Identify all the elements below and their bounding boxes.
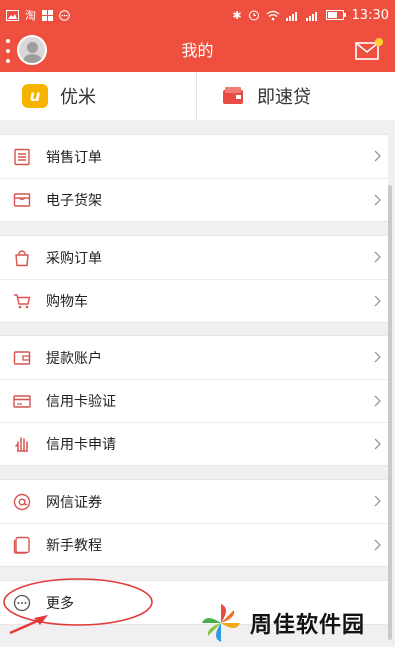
tile-jisudai[interactable]: 即速贷: [196, 72, 395, 120]
bluetooth-icon: ✱: [232, 8, 242, 22]
menu-item-credit-card-apply[interactable]: 信用卡申请: [0, 422, 388, 465]
scrollbar[interactable]: [388, 185, 392, 640]
chevron-right-icon: [374, 251, 381, 263]
chevron-right-icon: [374, 295, 381, 307]
shelf-icon: [12, 190, 32, 210]
menu-item-label: 提款账户: [46, 350, 102, 367]
menu-item-withdraw-account[interactable]: 提款账户: [0, 336, 388, 379]
chevron-right-icon: [374, 150, 381, 162]
purchase-bag-icon: [12, 248, 32, 268]
menu-item-sales-order[interactable]: 销售订单: [0, 135, 388, 178]
chevron-right-icon: [374, 539, 381, 551]
hand-icon: [12, 434, 32, 454]
signal-icon: [285, 11, 297, 21]
taobao-icon: 淘: [25, 8, 36, 22]
signal2-icon: [305, 11, 317, 21]
app-icon: [42, 9, 53, 21]
menu-item-label: 信用卡申请: [46, 437, 116, 453]
chevron-right-icon: [374, 351, 381, 363]
chevron-right-icon: [374, 194, 381, 206]
cart-icon: [12, 291, 32, 311]
wifi-icon: [266, 10, 279, 20]
menu-item-label: 信用卡验证: [46, 394, 116, 410]
watermark-text: 周佳软件园: [250, 612, 366, 638]
tile-label: 即速贷: [257, 87, 311, 108]
watermark: 周佳软件园: [200, 598, 395, 647]
menu-item-credit-card-verify[interactable]: 信用卡验证: [0, 379, 388, 422]
tutorial-icon: [12, 535, 32, 555]
menu-item-label: 电子货架: [46, 193, 102, 209]
chevron-right-icon: [374, 438, 381, 450]
menu-item-cart[interactable]: 购物车: [0, 279, 388, 322]
menu-item-label: 销售订单: [46, 149, 102, 166]
tile-youmi[interactable]: u 优米: [0, 72, 196, 120]
chevron-right-icon: [374, 495, 381, 507]
mail-button[interactable]: [355, 38, 383, 60]
menu-item-securities[interactable]: 网信证券: [0, 480, 388, 523]
menu-item-label: 采购订单: [46, 250, 102, 267]
menu-item-label: 新手教程: [46, 538, 102, 554]
menu-group-orders: 销售订单 电子货架: [0, 134, 388, 222]
menu-item-purchase-order[interactable]: 采购订单: [0, 236, 388, 279]
page-title: 我的: [181, 41, 214, 60]
more-icon: [12, 593, 32, 613]
chat-icon: [59, 9, 70, 21]
wallet-icon: [12, 348, 32, 368]
menu-group-more-services: 网信证券 新手教程: [0, 479, 388, 567]
notification-badge: [375, 38, 383, 46]
quick-tiles: u 优米 即速贷: [0, 72, 395, 120]
menu-item-tutorial[interactable]: 新手教程: [0, 523, 388, 566]
image-icon: [6, 9, 19, 21]
alarm-icon: [248, 10, 259, 21]
status-bar: 淘 ✱ 13:30: [0, 0, 395, 30]
youmi-logo-icon: u: [22, 84, 48, 108]
menu-item-shelf[interactable]: 电子货架: [0, 178, 388, 221]
at-icon: [12, 492, 32, 512]
menu-group-finance: 提款账户 信用卡验证 信用卡申请: [0, 335, 388, 466]
card-icon: [223, 87, 243, 104]
clock-time: 13:30: [351, 7, 389, 23]
menu-item-label: 更多: [46, 595, 74, 612]
chevron-right-icon: [374, 395, 381, 407]
tile-label: 优米: [60, 87, 96, 108]
app-header: 我的: [0, 30, 395, 72]
pinwheel-logo-icon: [202, 603, 240, 642]
menu-group-purchase: 采购订单 购物车: [0, 235, 388, 323]
battery-icon: [325, 10, 346, 20]
sales-order-icon: [12, 147, 32, 167]
credit-card-icon: [12, 391, 32, 411]
menu-item-label: 网信证券: [46, 494, 102, 511]
menu-item-label: 购物车: [46, 294, 88, 310]
